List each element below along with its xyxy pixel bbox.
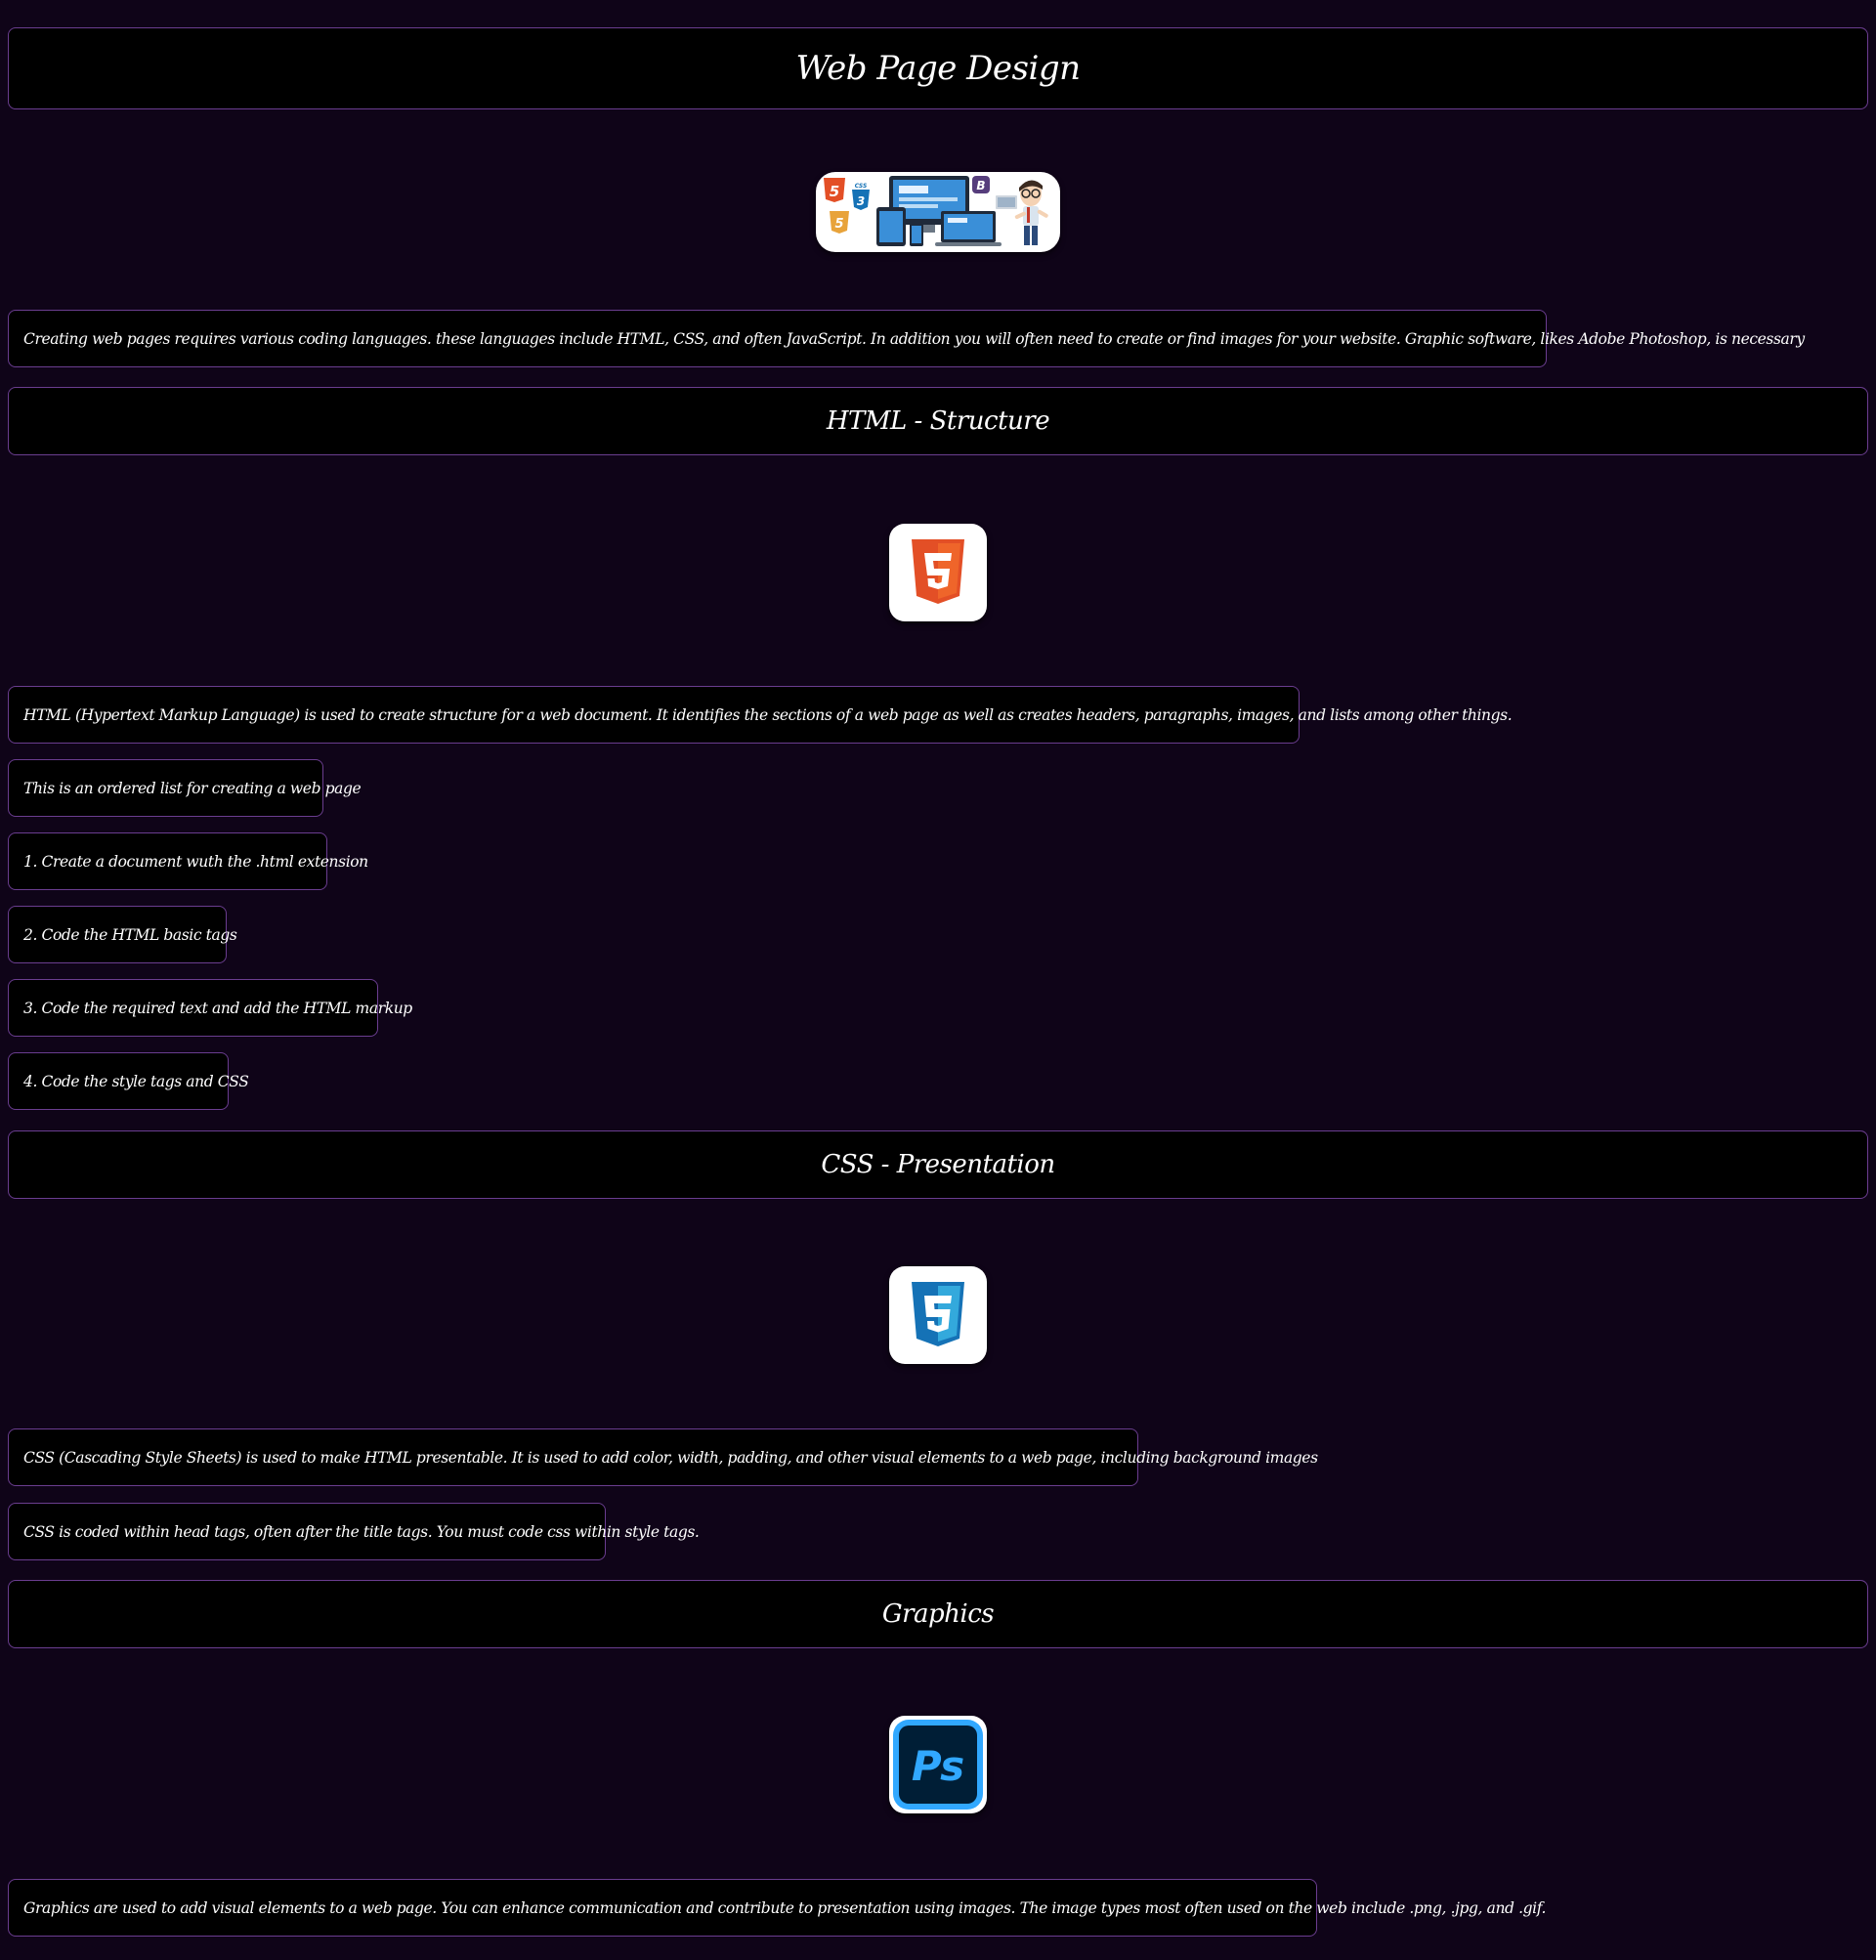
graphics-description-text: Graphics are used to add visual elements… bbox=[23, 1898, 1547, 1917]
list-item: 3. Code the required text and add the HT… bbox=[8, 979, 412, 1037]
page-title: Web Page Design bbox=[795, 49, 1081, 88]
svg-text:CSS: CSS bbox=[855, 183, 868, 190]
graphics-section-heading-box: Graphics bbox=[8, 1580, 1868, 1648]
intro-text: Creating web pages requires various codi… bbox=[23, 329, 1805, 348]
developer-character-icon bbox=[1014, 180, 1048, 245]
svg-text:B: B bbox=[976, 179, 985, 192]
html-description-text: HTML (Hypertext Markup Language) is used… bbox=[23, 705, 1513, 724]
css-section-heading-box: CSS - Presentation bbox=[8, 1130, 1868, 1199]
html-description-paragraph: HTML (Hypertext Markup Language) is used… bbox=[8, 686, 1513, 744]
graphics-description-paragraph: Graphics are used to add visual elements… bbox=[8, 1879, 1546, 1937]
page-title-box: Web Page Design bbox=[8, 27, 1868, 109]
list-item: 4. Code the style tags and CSS bbox=[8, 1052, 249, 1110]
html-section-heading-box: HTML - Structure bbox=[8, 387, 1868, 455]
tablet-icon bbox=[876, 207, 906, 246]
html5-small-icon: 5 bbox=[824, 178, 845, 202]
web-design-banner-image: 5 CSS 3 5 B bbox=[816, 172, 1060, 252]
phone-icon bbox=[910, 223, 923, 246]
laptop-icon bbox=[935, 211, 1002, 246]
html-section-heading: HTML - Structure bbox=[826, 406, 1050, 436]
svg-text:5: 5 bbox=[830, 183, 839, 200]
list-item-text: 2. Code the HTML basic tags bbox=[23, 925, 237, 944]
list-item-text: 3. Code the required text and add the HT… bbox=[23, 999, 412, 1017]
ordered-list-intro-text: This is an ordered list for creating a w… bbox=[23, 779, 362, 797]
css3-logo-image bbox=[889, 1266, 987, 1364]
css-description-text: CSS (Cascading Style Sheets) is used to … bbox=[23, 1448, 1318, 1467]
list-item-text: 4. Code the style tags and CSS bbox=[23, 1072, 249, 1090]
css-note-text: CSS is coded within head tags, often aft… bbox=[23, 1522, 700, 1541]
svg-text:Ps: Ps bbox=[912, 1742, 964, 1790]
graphics-section-heading: Graphics bbox=[881, 1599, 995, 1629]
list-item: 1. Create a document wuth the .html exte… bbox=[8, 832, 368, 890]
html5-logo-image bbox=[889, 524, 987, 621]
list-item: 2. Code the HTML basic tags bbox=[8, 906, 237, 963]
css-description-paragraph: CSS (Cascading Style Sheets) is used to … bbox=[8, 1428, 1318, 1486]
intro-paragraph: Creating web pages requires various codi… bbox=[8, 310, 1805, 367]
list-item-text: 1. Create a document wuth the .html exte… bbox=[23, 852, 368, 871]
person-laptop-icon bbox=[996, 195, 1017, 209]
css-section-heading: CSS - Presentation bbox=[821, 1150, 1055, 1179]
svg-text:3: 3 bbox=[857, 194, 865, 208]
javascript-small-icon: 5 bbox=[830, 211, 849, 234]
bootstrap-icon: B bbox=[972, 176, 990, 193]
css-note-paragraph: CSS is coded within head tags, often aft… bbox=[8, 1503, 700, 1560]
photoshop-logo-image: Ps bbox=[889, 1716, 987, 1813]
css3-small-icon: CSS 3 bbox=[852, 183, 870, 210]
svg-text:5: 5 bbox=[834, 217, 843, 232]
ordered-list-intro: This is an ordered list for creating a w… bbox=[8, 759, 362, 817]
